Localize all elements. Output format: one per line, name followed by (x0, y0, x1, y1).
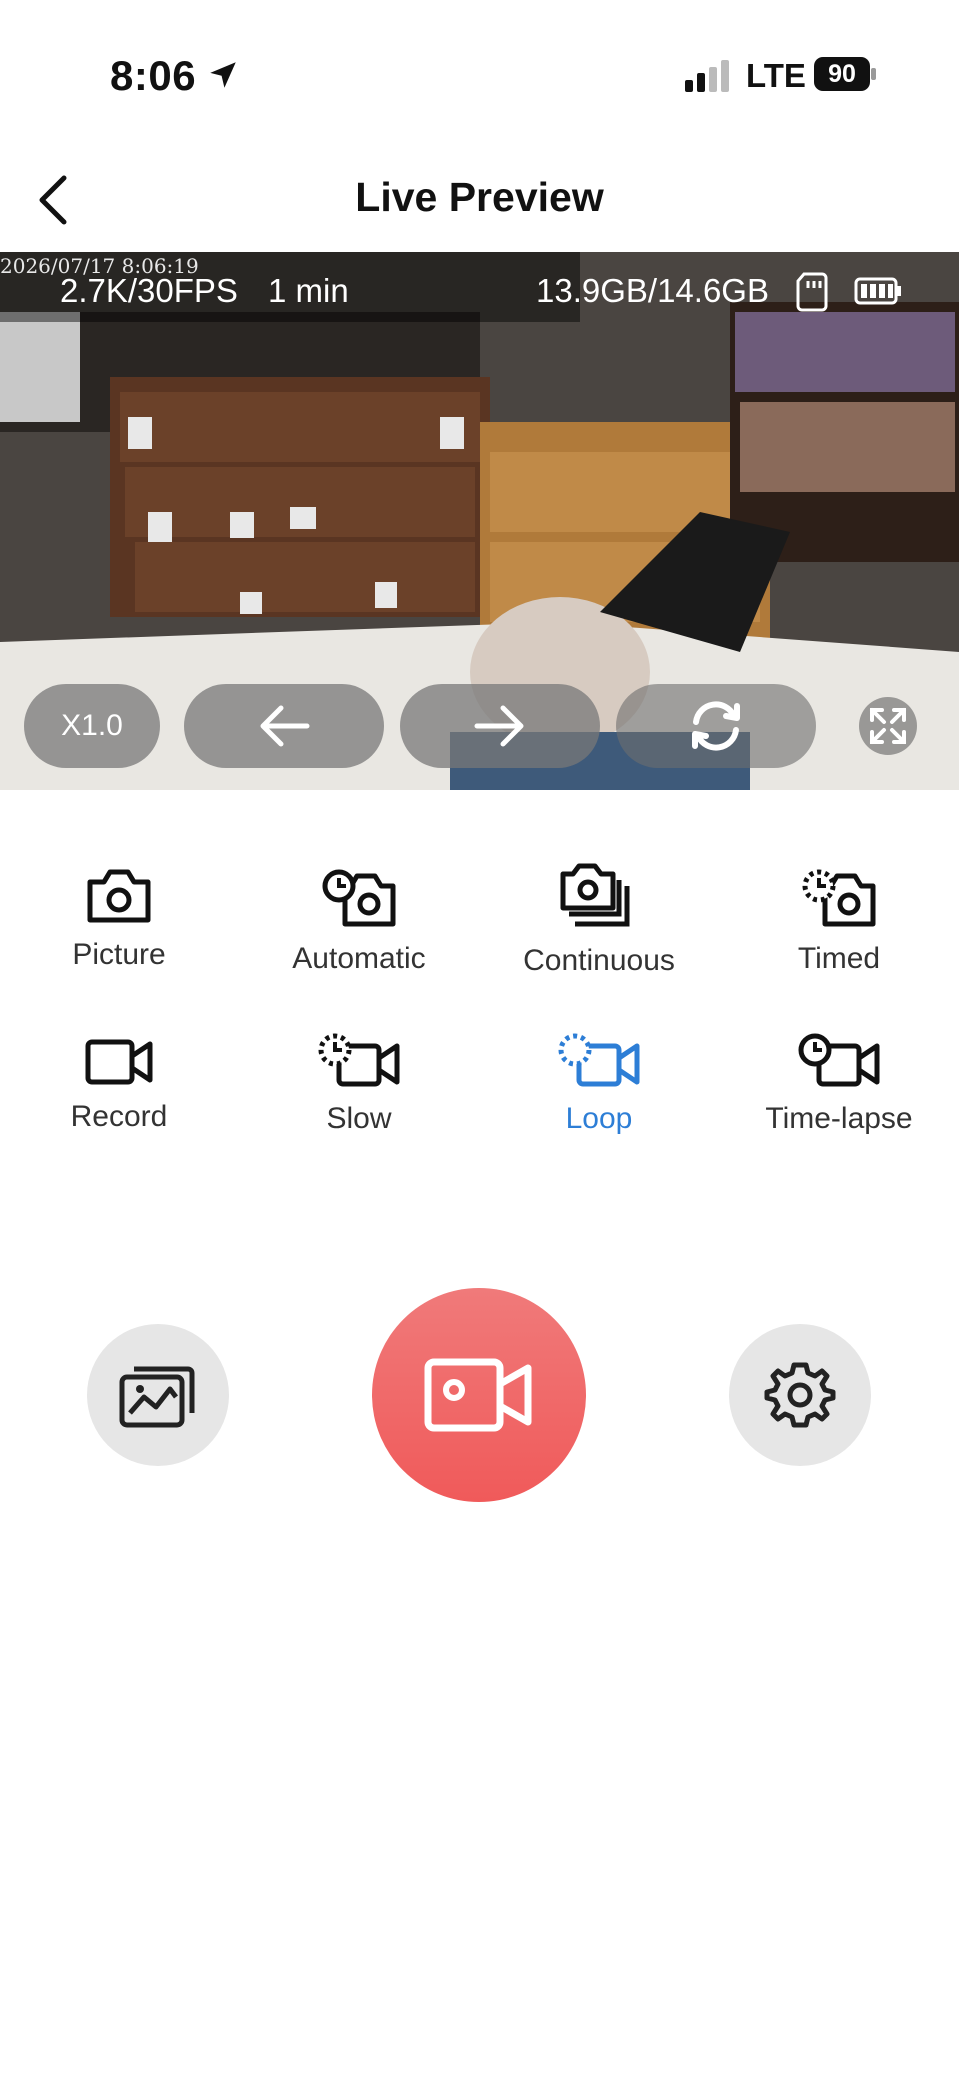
settings-button[interactable] (729, 1324, 871, 1466)
pan-right-button[interactable] (400, 684, 600, 768)
auto-camera-icon (322, 869, 396, 927)
mode-picture[interactable]: Picture (9, 866, 229, 972)
mode-label: Record (70, 1100, 168, 1133)
video-icon (85, 1039, 153, 1085)
loop-video-icon (558, 1033, 640, 1087)
mode-automatic[interactable]: Automatic (249, 866, 469, 976)
rotate-icon (692, 701, 740, 751)
cellular-signal-icon (685, 60, 729, 92)
mode-record[interactable]: Record (9, 1036, 229, 1134)
gallery-icon (119, 1366, 195, 1428)
mode-label: Time-lapse (765, 1102, 913, 1135)
location-arrow-icon (210, 62, 236, 88)
mode-label: Continuous (523, 944, 675, 977)
timelapse-video-icon (798, 1033, 880, 1087)
gallery-button[interactable] (87, 1324, 229, 1466)
mode-loop[interactable]: Loop (489, 1032, 709, 1136)
camera-battery-icon (854, 277, 901, 305)
status-time: 8:06 (110, 52, 197, 99)
slow-video-icon (318, 1033, 400, 1087)
arrow-right-icon (474, 705, 524, 747)
page-title: Live Preview (355, 174, 604, 220)
mode-continuous[interactable]: Continuous (489, 862, 709, 978)
zoom-button[interactable]: X1.0 (24, 684, 160, 768)
mode-label: Loop (565, 1102, 633, 1135)
timer-camera-icon (802, 869, 876, 927)
mode-label: Picture (72, 938, 166, 971)
status-bar: 8:06 LTE 90 (0, 0, 959, 150)
battery-level: 90 (828, 60, 856, 88)
burst-camera-icon (560, 863, 630, 927)
mode-label: Slow (326, 1102, 392, 1135)
mode-label: Timed (797, 942, 881, 975)
resolution-label: 2.7K/30FPS (60, 272, 238, 309)
storage-label: 13.9GB/14.6GB (536, 272, 769, 309)
mode-timed[interactable]: Timed (729, 866, 949, 976)
camera-icon (87, 869, 151, 923)
video-camera-icon (424, 1358, 532, 1432)
mode-label: Automatic (292, 942, 426, 975)
mode-time-lapse[interactable]: Time-lapse (729, 1032, 949, 1136)
live-preview[interactable]: 2026/07/17 8:06:19 2.7K/30FPS 1 min 13.9… (0, 252, 959, 790)
rotate-button[interactable] (616, 684, 816, 768)
mode-slow[interactable]: Slow (249, 1032, 469, 1136)
battery-indicator: 90 (814, 57, 876, 91)
loop-duration-label: 1 min (268, 272, 349, 309)
record-button[interactable] (372, 1288, 586, 1502)
network-type: LTE (746, 57, 806, 94)
pan-left-button[interactable] (184, 684, 384, 768)
gear-icon (764, 1362, 836, 1428)
sd-card-icon (796, 272, 828, 312)
fullscreen-icon[interactable] (858, 696, 918, 756)
arrow-left-icon (260, 705, 310, 747)
